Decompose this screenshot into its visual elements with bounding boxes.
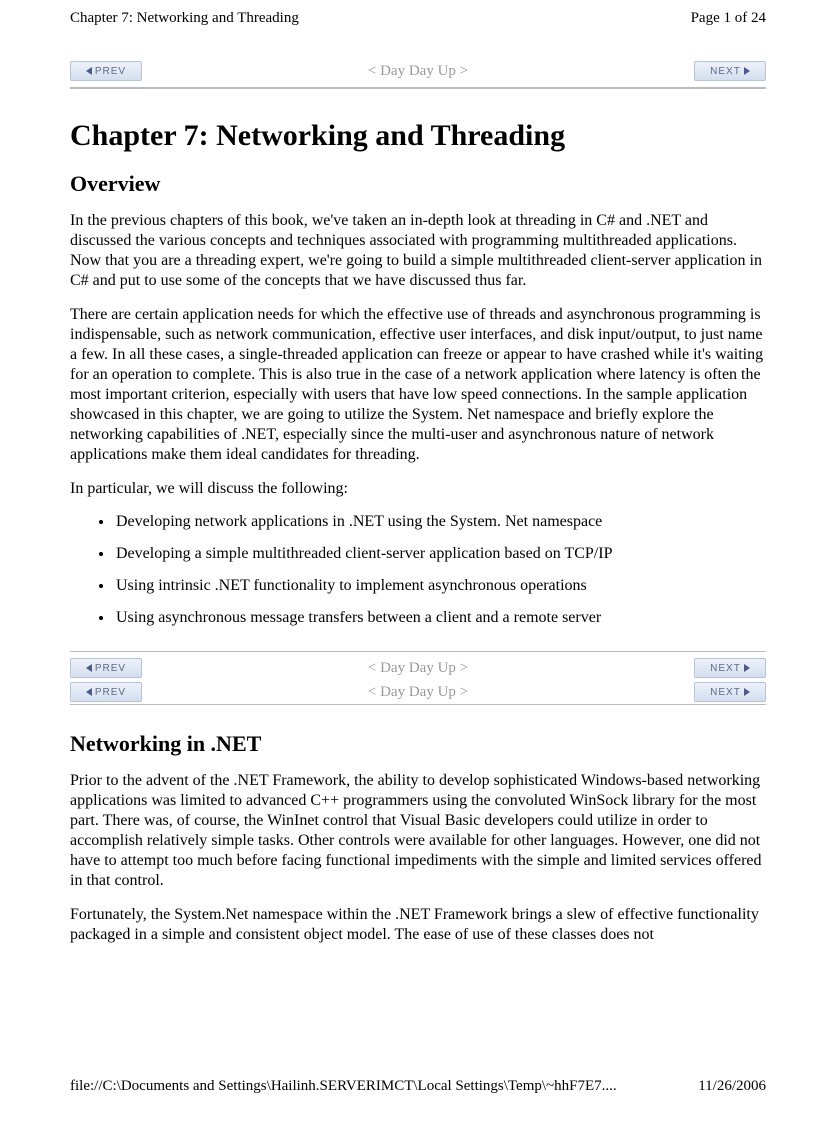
- header-page-number: Page 1 of 24: [691, 10, 766, 27]
- arrow-right-icon: [744, 67, 750, 75]
- prev-button-label: PREV: [95, 66, 126, 77]
- list-item: Using intrinsic .NET functionality to im…: [114, 577, 766, 595]
- next-button-label: NEXT: [710, 663, 741, 674]
- paragraph: In the previous chapters of this book, w…: [70, 211, 766, 291]
- nav-center-label: < Day Day Up >: [70, 660, 766, 677]
- paragraph: In particular, we will discuss the follo…: [70, 479, 766, 499]
- arrow-left-icon: [86, 664, 92, 672]
- paragraph: Prior to the advent of the .NET Framewor…: [70, 771, 766, 891]
- nav-mid-2: PREV < Day Day Up > NEXT: [70, 680, 766, 704]
- nav-top: PREV < Day Day Up > NEXT: [70, 47, 766, 87]
- next-button[interactable]: NEXT: [694, 682, 766, 702]
- list-item: Using asynchronous message transfers bet…: [114, 609, 766, 627]
- arrow-left-icon: [86, 688, 92, 696]
- list-item: Developing a simple multithreaded client…: [114, 545, 766, 563]
- divider: [70, 651, 766, 652]
- arrow-right-icon: [744, 688, 750, 696]
- content-area: PREV < Day Day Up > NEXT Chapter 7: Netw…: [0, 27, 816, 945]
- section-networking-title: Networking in .NET: [70, 731, 766, 757]
- divider: [70, 87, 766, 89]
- page-footer: file://C:\Documents and Settings\Hailinh…: [70, 1078, 766, 1095]
- prev-button-label: PREV: [95, 687, 126, 698]
- arrow-left-icon: [86, 67, 92, 75]
- paragraph: There are certain application needs for …: [70, 305, 766, 465]
- footer-date: 11/26/2006: [698, 1078, 766, 1095]
- footer-path: file://C:\Documents and Settings\Hailinh…: [70, 1078, 617, 1095]
- arrow-right-icon: [744, 664, 750, 672]
- prev-button[interactable]: PREV: [70, 682, 142, 702]
- chapter-title: Chapter 7: Networking and Threading: [70, 119, 766, 153]
- next-button-label: NEXT: [710, 66, 741, 77]
- paragraph: Fortunately, the System.Net namespace wi…: [70, 905, 766, 945]
- prev-button[interactable]: PREV: [70, 658, 142, 678]
- nav-center-label: < Day Day Up >: [70, 684, 766, 701]
- prev-button[interactable]: PREV: [70, 61, 142, 81]
- nav-mid-1: PREV < Day Day Up > NEXT: [70, 656, 766, 680]
- bullet-list: Developing network applications in .NET …: [70, 513, 766, 627]
- header-title: Chapter 7: Networking and Threading: [70, 10, 299, 27]
- divider: [70, 704, 766, 705]
- page-header: Chapter 7: Networking and Threading Page…: [0, 0, 816, 27]
- prev-button-label: PREV: [95, 663, 126, 674]
- list-item: Developing network applications in .NET …: [114, 513, 766, 531]
- section-overview-title: Overview: [70, 171, 766, 197]
- next-button-label: NEXT: [710, 687, 741, 698]
- next-button[interactable]: NEXT: [694, 658, 766, 678]
- next-button[interactable]: NEXT: [694, 61, 766, 81]
- nav-center-label: < Day Day Up >: [70, 63, 766, 80]
